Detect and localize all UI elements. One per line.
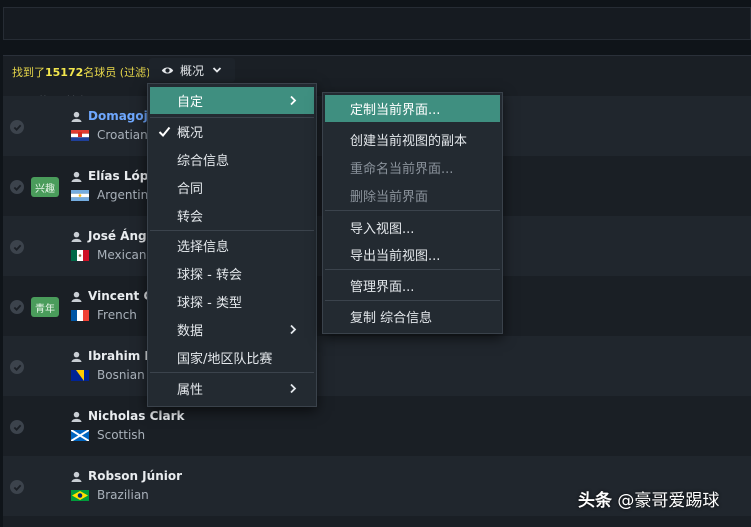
menu-item-scouting-type[interactable]: 球探 - 类型 — [150, 288, 314, 315]
player-name[interactable]: Ibrahim B — [71, 349, 154, 363]
player-name[interactable]: Elías Lópe — [71, 169, 156, 183]
checkmark-icon — [158, 126, 171, 137]
check-icon[interactable] — [10, 300, 24, 314]
person-icon — [71, 351, 82, 362]
player-nationality: French — [71, 308, 137, 322]
check-icon[interactable] — [10, 480, 24, 494]
person-icon — [71, 231, 82, 242]
menu-item-attributes[interactable]: 属性 — [150, 375, 314, 402]
menu-divider — [325, 269, 500, 270]
chevron-right-icon — [290, 383, 297, 394]
player-nationality: Croatian — [71, 128, 148, 142]
scotland-flag-icon — [71, 429, 89, 441]
interest-badge: 兴趣 — [31, 177, 59, 197]
table-row[interactable]: Ibrahim B Bosnian — [3, 336, 751, 396]
view-selector-button[interactable]: 概况 — [149, 58, 235, 82]
found-count-label: 找到了15172名球员 (过滤) — [12, 66, 151, 79]
youth-badge: 青年 — [31, 297, 59, 317]
menu-item-import-view[interactable]: 导入视图... — [325, 214, 500, 241]
menu-item-data[interactable]: 数据 — [150, 316, 314, 343]
watermark: 头条 @豪哥爱踢球 — [578, 491, 720, 511]
menu-item-national-team[interactable]: 国家/地区队比赛 — [150, 344, 314, 371]
person-icon — [71, 411, 82, 422]
menu-divider — [150, 230, 314, 231]
menu-item-copy-general-info[interactable]: 复制 综合信息 — [325, 303, 500, 330]
custom-submenu: 定制当前界面... 创建当前视图的副本 重命名当前界面... 删除当前界面 导入… — [322, 92, 503, 334]
player-nationality: Argentin — [71, 188, 148, 202]
menu-item-contract[interactable]: 合同 — [150, 174, 314, 201]
table-row[interactable]: Nicholas Clark Scottish — [3, 396, 751, 456]
bosnia-flag-icon — [71, 369, 89, 381]
view-selector-label: 概况 — [180, 63, 205, 78]
mexico-flag-icon — [71, 249, 89, 261]
check-icon[interactable] — [10, 120, 24, 134]
menu-divider — [325, 300, 500, 301]
person-icon — [71, 291, 82, 302]
player-name[interactable]: Nicholas Clark — [71, 409, 185, 423]
menu-item-selection-info[interactable]: 选择信息 — [150, 232, 314, 259]
menu-item-transfer[interactable]: 转会 — [150, 202, 314, 229]
menu-item-custom[interactable]: 自定 — [150, 87, 314, 114]
check-icon[interactable] — [10, 360, 24, 374]
menu-item-create-copy[interactable]: 创建当前视图的副本 — [325, 126, 500, 153]
person-icon — [71, 111, 82, 122]
menu-item-export-view[interactable]: 导出当前视图... — [325, 241, 500, 268]
brazil-flag-icon — [71, 489, 89, 501]
player-nationality: Mexican — [71, 248, 147, 262]
check-icon[interactable] — [10, 180, 24, 194]
menu-item-scouting-transfer[interactable]: 球探 - 转会 — [150, 260, 314, 287]
france-flag-icon — [71, 309, 89, 321]
player-nationality: Brazilian — [71, 488, 149, 502]
view-dropdown-menu: 自定 概况 综合信息 合同 转会 选择信息 球探 - 转会 球探 - 类型 数据… — [147, 83, 317, 407]
menu-item-manage-views[interactable]: 管理界面... — [325, 272, 500, 299]
menu-divider — [325, 210, 500, 211]
person-icon — [71, 471, 82, 482]
menu-item-delete-view: 删除当前界面 — [350, 190, 429, 205]
person-icon — [71, 171, 82, 182]
chevron-right-icon — [290, 324, 297, 335]
croatia-flag-icon — [71, 129, 89, 141]
menu-divider — [150, 372, 314, 373]
player-nationality: Bosnian — [71, 368, 145, 382]
check-icon[interactable] — [10, 420, 24, 434]
player-name[interactable]: José Ánge — [71, 229, 155, 243]
eye-icon — [161, 66, 174, 74]
player-name[interactable]: Robson Júnior — [71, 469, 182, 483]
player-nationality: Scottish — [71, 428, 145, 442]
check-icon[interactable] — [10, 240, 24, 254]
argentina-flag-icon — [71, 189, 89, 201]
player-count: 15172 — [45, 66, 84, 79]
chevron-down-icon — [212, 67, 222, 73]
menu-item-general-info[interactable]: 综合信息 — [150, 146, 314, 173]
menu-item-customize-view[interactable]: 定制当前界面... — [325, 95, 500, 122]
player-name[interactable]: Vincent G — [71, 289, 153, 303]
menu-item-rename-view: 重命名当前界面... — [350, 162, 454, 177]
chevron-right-icon — [290, 95, 297, 106]
top-bar — [3, 7, 751, 40]
menu-item-overview[interactable]: 概况 — [150, 118, 314, 145]
